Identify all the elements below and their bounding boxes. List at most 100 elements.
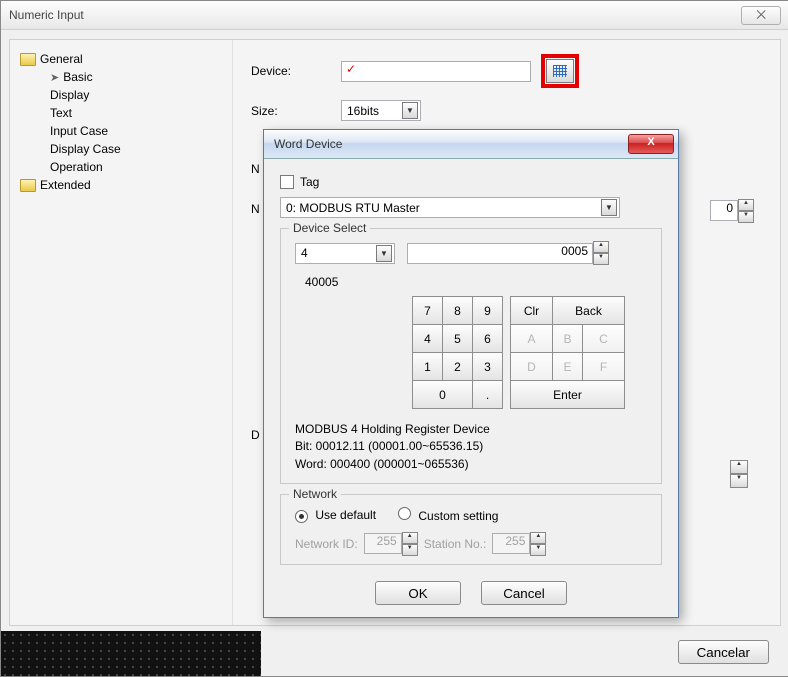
spin-up-icon: ▲: [402, 532, 418, 544]
tag-label: Tag: [300, 175, 319, 189]
keypad-dot[interactable]: .: [472, 380, 503, 409]
spin-down-icon[interactable]: ▼: [738, 211, 754, 223]
master-combo[interactable]: 0: MODBUS RTU Master ▼: [280, 197, 620, 218]
cancel-button[interactable]: Cancel: [481, 581, 567, 605]
keypad-1[interactable]: 1: [412, 352, 443, 381]
folder-icon: [20, 179, 36, 192]
keypad-9[interactable]: 9: [472, 296, 503, 325]
folder-icon: [20, 53, 36, 66]
numeric-input-window: Numeric Input ⨉ General ➤ Basic Display …: [0, 0, 788, 677]
keypad-f: F: [582, 352, 625, 381]
spin-up-icon[interactable]: ▲: [738, 199, 754, 211]
keypad-a: A: [510, 324, 553, 353]
keypad-0[interactable]: 0: [412, 380, 473, 409]
spin-down-icon[interactable]: ▼: [593, 253, 609, 265]
keypad-2[interactable]: 2: [442, 352, 473, 381]
keypad-5[interactable]: 5: [442, 324, 473, 353]
chevron-down-icon: ▼: [402, 102, 418, 119]
keypad-enter[interactable]: Enter: [510, 380, 625, 409]
info-line: Bit: 00012.11 (00001.00~65536.15): [295, 438, 647, 455]
network-title: Network: [289, 487, 341, 501]
tree-display[interactable]: Display: [50, 86, 226, 104]
network-id-input: 255: [364, 533, 402, 554]
station-label: Station No.:: [424, 537, 487, 551]
window-title: Numeric Input: [9, 8, 84, 22]
word-device-dialog: Word Device X Tag 0: MODBUS RTU Master ▼…: [263, 129, 679, 618]
spin-up-icon: ▲: [530, 532, 546, 544]
cancel-button[interactable]: Cancelar: [678, 640, 769, 664]
dialog-button-row: OK Cancel: [264, 575, 678, 617]
info-line: MODBUS 4 Holding Register Device: [295, 421, 647, 438]
tree-label: Display Case: [50, 142, 121, 156]
keypad: 7 8 9 Clr Back 4 5 6 A B C 1 2 3: [413, 297, 647, 409]
custom-radio[interactable]: Custom setting: [398, 507, 498, 523]
keypad-3[interactable]: 3: [472, 352, 503, 381]
keypad-e: E: [552, 352, 583, 381]
address-input[interactable]: 0005: [407, 243, 593, 264]
tree-label: Text: [50, 106, 72, 120]
tree-label: Input Case: [50, 124, 108, 138]
tree-operation[interactable]: Operation: [50, 158, 226, 176]
device-input[interactable]: ✓: [341, 61, 531, 82]
keypad-back[interactable]: Back: [552, 296, 625, 325]
chevron-down-icon: ▼: [601, 199, 617, 216]
keypad-d: D: [510, 352, 553, 381]
numeric-spinner[interactable]: 0 ▲ ▼: [710, 200, 754, 221]
spin-down-icon[interactable]: ▼: [730, 474, 748, 488]
size-value: 16bits: [347, 104, 379, 118]
close-button[interactable]: ⨉: [741, 6, 781, 25]
dialog-title: Word Device: [274, 137, 342, 151]
chevron-down-icon: ▼: [376, 245, 392, 262]
resolved-address: 40005: [305, 275, 647, 289]
tree-label: Basic: [63, 70, 92, 84]
keypad-b: B: [552, 324, 583, 353]
device-select-title: Device Select: [289, 221, 370, 235]
tree-label: General: [40, 52, 83, 66]
device-label: Device:: [251, 64, 331, 78]
size-combo[interactable]: 16bits ▼: [341, 100, 421, 121]
master-value: 0: MODBUS RTU Master: [286, 201, 420, 215]
title-bar: Numeric Input ⨉: [1, 1, 788, 30]
keypad-7[interactable]: 7: [412, 296, 443, 325]
keypad-6[interactable]: 6: [472, 324, 503, 353]
truncated-label: N: [251, 162, 260, 176]
tree-basic[interactable]: ➤ Basic: [50, 68, 226, 86]
use-default-label: Use default: [315, 508, 376, 522]
keypad-c: C: [582, 324, 625, 353]
custom-label: Custom setting: [418, 509, 498, 523]
device-picker-button[interactable]: [546, 59, 574, 83]
keypad-8[interactable]: 8: [442, 296, 473, 325]
spin-up-icon[interactable]: ▲: [730, 460, 748, 474]
tree-extended[interactable]: Extended: [16, 176, 226, 194]
arrow-icon: ➤: [50, 71, 59, 84]
tree-input-case[interactable]: Input Case: [50, 122, 226, 140]
device-picker-highlight: [541, 54, 579, 88]
tree-text[interactable]: Text: [50, 104, 226, 122]
truncated-label: N: [251, 202, 260, 216]
truncated-label: D: [251, 428, 260, 442]
tag-checkbox[interactable]: [280, 175, 294, 189]
register-value: 4: [301, 246, 308, 260]
tree-display-case[interactable]: Display Case: [50, 140, 226, 158]
network-id-label: Network ID:: [295, 537, 358, 551]
editor-canvas-peek: [1, 631, 261, 676]
station-input: 255: [492, 533, 530, 554]
spin-up-icon[interactable]: ▲: [593, 241, 609, 253]
stray-spinner[interactable]: ▲ ▼: [730, 460, 748, 488]
device-info: MODBUS 4 Holding Register Device Bit: 00…: [295, 421, 647, 473]
grid-icon: [553, 65, 567, 77]
tree-general[interactable]: General: [16, 50, 226, 68]
dialog-title-bar: Word Device X: [264, 130, 678, 159]
keypad-4[interactable]: 4: [412, 324, 443, 353]
window-button-row: Cancelar: [678, 640, 769, 664]
keypad-clr[interactable]: Clr: [510, 296, 553, 325]
ok-button[interactable]: OK: [375, 581, 461, 605]
register-combo[interactable]: 4 ▼: [295, 243, 395, 264]
spin-down-icon: ▼: [402, 544, 418, 556]
dialog-close-button[interactable]: X: [628, 134, 674, 154]
tree-label: Extended: [40, 178, 91, 192]
tree-label: Display: [50, 88, 89, 102]
use-default-radio[interactable]: Use default: [295, 508, 376, 523]
spinner-value[interactable]: 0: [710, 200, 738, 221]
info-line: Word: 000400 (000001~065536): [295, 456, 647, 473]
